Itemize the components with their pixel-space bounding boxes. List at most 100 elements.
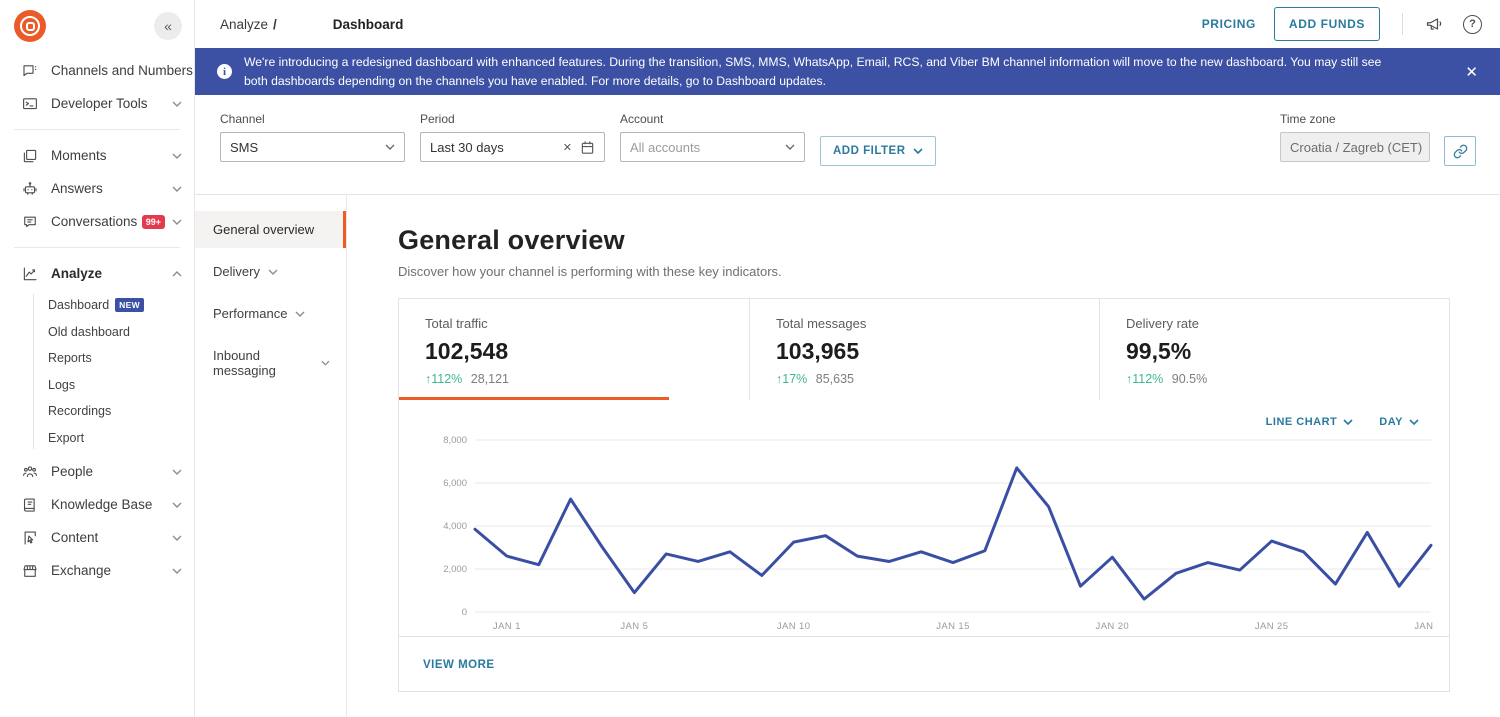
banner-text: We're introducing a redesigned dashboard… xyxy=(244,53,1404,91)
app-root: « Channels and Numbers Developer Tools xyxy=(0,0,1500,717)
sidebar-item-label: Analyze xyxy=(51,266,102,281)
sidebar-item-label: People xyxy=(51,464,93,479)
metric-total-messages[interactable]: Total messages 103,965 ↑17% 85,635 xyxy=(749,299,1099,400)
people-icon xyxy=(21,463,39,481)
subnav-item-inbound-messaging[interactable]: Inbound messaging xyxy=(201,337,340,389)
chevron-down-icon xyxy=(295,311,305,317)
page-title: General overview xyxy=(398,225,1450,256)
breadcrumb-page: Dashboard xyxy=(282,0,454,32)
chevron-down-icon xyxy=(785,144,795,150)
granularity-dropdown[interactable]: DAY xyxy=(1379,416,1419,428)
chevron-down-icon xyxy=(172,153,182,159)
delta-secondary: 90.5% xyxy=(1172,372,1207,386)
timezone-label: Time zone xyxy=(1280,112,1430,126)
metric-delta: ↑112% 90.5% xyxy=(1126,372,1425,386)
breadcrumb-section[interactable]: Analyze xyxy=(220,17,268,32)
sidebar-item-moments[interactable]: Moments xyxy=(0,139,194,172)
primary-nav: Channels and Numbers Developer Tools Mom… xyxy=(0,46,194,587)
sidebar-subitem-export[interactable]: Export xyxy=(0,425,194,452)
storefront-icon xyxy=(21,562,39,580)
conversations-icon xyxy=(21,213,39,231)
calendar-icon[interactable] xyxy=(580,140,595,155)
sidebar-item-label: Channels and Numbers xyxy=(51,63,193,78)
clear-icon[interactable]: ✕ xyxy=(563,141,572,154)
sidebar-subitem-reports[interactable]: Reports xyxy=(0,345,194,372)
subitem-label: Old dashboard xyxy=(48,325,130,339)
sidebar-subitem-recordings[interactable]: Recordings xyxy=(0,398,194,425)
info-icon: i xyxy=(217,64,232,79)
subnav-label: Inbound messaging xyxy=(213,348,313,378)
banner-close-icon[interactable]: ✕ xyxy=(1465,63,1478,81)
sidebar-collapse-button[interactable]: « xyxy=(154,12,182,40)
metric-delta: ↑112% 28,121 xyxy=(425,372,725,386)
book-icon xyxy=(21,496,39,514)
subnav-label: Delivery xyxy=(213,264,260,279)
timezone-filter: Time zone Croatia / Zagreb (CET) xyxy=(1280,112,1476,166)
sidebar-item-answers[interactable]: Answers xyxy=(0,172,194,205)
infobip-logo-icon[interactable] xyxy=(14,10,46,42)
add-filter-label: ADD FILTER xyxy=(833,145,906,157)
announcements-megaphone-icon[interactable] xyxy=(1425,14,1445,34)
add-filter-button[interactable]: ADD FILTER xyxy=(820,136,936,166)
layers-icon xyxy=(21,147,39,165)
metric-delta: ↑17% 85,635 xyxy=(776,372,1075,386)
channel-filter: Channel SMS xyxy=(220,112,405,162)
sidebar-item-label: Knowledge Base xyxy=(51,497,152,512)
announcement-banner: i We're introducing a redesigned dashboa… xyxy=(195,48,1500,95)
subnav-item-general-overview[interactable]: General overview xyxy=(195,211,346,248)
sidebar-item-exchange[interactable]: Exchange xyxy=(0,554,194,587)
chart-type-dropdown[interactable]: LINE CHART xyxy=(1266,416,1354,428)
page-subtitle: Discover how your channel is performing … xyxy=(398,264,1450,279)
sidebar-subitem-dashboard[interactable]: Dashboard NEW xyxy=(0,292,194,319)
svg-text:JAN 5: JAN 5 xyxy=(620,621,648,632)
help-icon[interactable]: ? xyxy=(1463,15,1482,34)
svg-text:JAN 20: JAN 20 xyxy=(1096,621,1130,632)
timezone-value: Croatia / Zagreb (CET) xyxy=(1290,140,1422,155)
channel-value: SMS xyxy=(230,140,258,155)
new-badge: NEW xyxy=(115,298,144,312)
sidebar-item-people[interactable]: People xyxy=(0,455,194,488)
delta-percent: ↑112% xyxy=(425,372,462,386)
subnav-label: General overview xyxy=(213,222,314,237)
sidebar-subitem-old-dashboard[interactable]: Old dashboard xyxy=(0,319,194,346)
sidebar-item-knowledge-base[interactable]: Knowledge Base xyxy=(0,488,194,521)
chevron-down-icon xyxy=(1409,419,1419,425)
period-input[interactable]: Last 30 days ✕ xyxy=(420,132,605,162)
filter-bar: Channel SMS Period Last 30 days ✕ Accoun… xyxy=(195,95,1500,195)
topbar: Analyze/Dashboard PRICING ADD FUNDS ? xyxy=(195,0,1500,48)
sidebar-item-content[interactable]: Content xyxy=(0,521,194,554)
breadcrumb: Analyze/Dashboard xyxy=(220,17,453,32)
divider xyxy=(14,247,180,248)
sidebar-item-channels-and-numbers[interactable]: Channels and Numbers xyxy=(0,54,194,87)
chevron-down-icon xyxy=(172,469,182,475)
sidebar-item-analyze[interactable]: Analyze xyxy=(0,257,194,290)
chevron-down-icon xyxy=(172,186,182,192)
add-funds-button[interactable]: ADD FUNDS xyxy=(1274,7,1380,41)
chart-type-label: LINE CHART xyxy=(1266,416,1338,428)
subnav-item-delivery[interactable]: Delivery xyxy=(201,253,340,290)
subitem-label: Dashboard xyxy=(48,298,109,312)
metric-delivery-rate[interactable]: Delivery rate 99,5% ↑112% 90.5% xyxy=(1099,299,1449,400)
chevron-down-icon xyxy=(268,269,278,275)
metric-total-traffic[interactable]: Total traffic 102,548 ↑112% 28,121 xyxy=(399,299,749,400)
sidebar-item-developer-tools[interactable]: Developer Tools xyxy=(0,87,194,120)
delta-secondary: 28,121 xyxy=(471,372,509,386)
sidebar-item-conversations[interactable]: Conversations 99+ xyxy=(0,205,194,238)
svg-text:JAN 30: JAN 30 xyxy=(1414,621,1437,632)
copy-link-button[interactable] xyxy=(1444,136,1476,166)
sidebar-subitem-logs[interactable]: Logs xyxy=(0,372,194,399)
view-more-link[interactable]: VIEW MORE xyxy=(423,659,495,671)
pricing-link[interactable]: PRICING xyxy=(1202,17,1256,31)
period-filter: Period Last 30 days ✕ xyxy=(420,112,605,162)
chat-bubble-icon xyxy=(21,62,39,80)
channel-select[interactable]: SMS xyxy=(220,132,405,162)
subitem-label: Logs xyxy=(48,378,75,392)
overview-card: Total traffic 102,548 ↑112% 28,121 Total… xyxy=(398,298,1450,692)
account-select[interactable]: All accounts xyxy=(620,132,805,162)
chart-section: LINE CHART DAY 02,0004,0006,0008,000JAN … xyxy=(399,400,1449,636)
subnav-item-performance[interactable]: Performance xyxy=(201,295,340,332)
terminal-icon xyxy=(21,95,39,113)
chevron-down-icon xyxy=(172,568,182,574)
content-cursor-icon xyxy=(21,529,39,547)
analyze-submenu: Dashboard NEW Old dashboard Reports Logs… xyxy=(0,290,194,455)
